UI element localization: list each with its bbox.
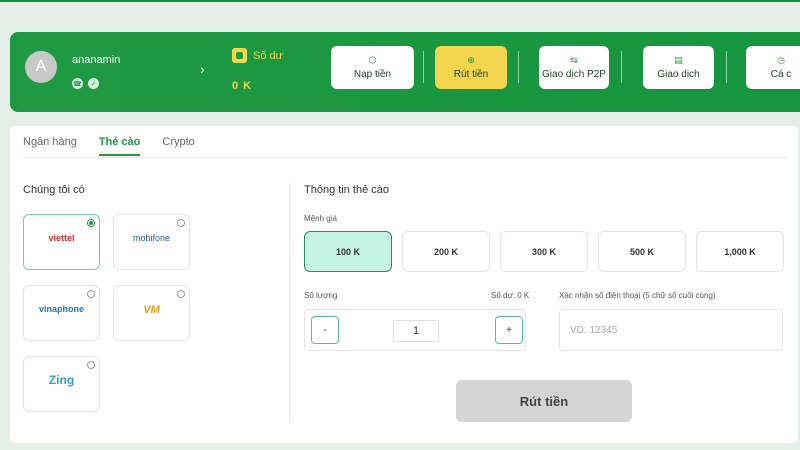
provider-viettel[interactable]: viettel [23,214,100,270]
denom-300k[interactable]: 300 K [500,231,588,272]
deposit-icon: ⬡ [368,54,377,65]
balance-label: Số dư [253,50,283,62]
radio[interactable] [177,219,185,227]
denom-100k[interactable]: 100 K [304,231,392,272]
card-info-title: Thông tin thẻ cào [304,184,390,196]
divider [726,51,727,83]
quantity-label: Số lượng [304,291,338,300]
quantity-balance: Số dư: 0 K [491,291,530,300]
chevron-right-icon[interactable]: › [200,61,205,77]
transaction-icon: ▤ [674,54,683,65]
avatar[interactable]: A [25,51,57,83]
withdraw-icon: ⊕ [467,54,475,65]
p2p-button[interactable]: ⇆ Giao dịch P2P [539,46,609,89]
method-tabs: Ngân hàng Thẻ cào Crypto [23,136,195,156]
withdraw-button[interactable]: ⊕ Rút tiền [435,46,507,89]
radio[interactable] [87,361,95,369]
divider [621,51,622,83]
provider-zing[interactable]: Zing [23,356,100,412]
transaction-label: Giao dịch [657,68,700,80]
divider [518,51,519,83]
decrement-button[interactable]: - [311,316,339,344]
top-accent-line [0,0,800,2]
withdraw-submit-button[interactable]: Rút tiền [456,380,632,422]
radio[interactable] [177,290,185,298]
tabs-divider [23,157,788,158]
section-divider [289,183,290,423]
denom-1000k[interactable]: 1,000 K [696,231,784,272]
phone-label: Xác nhận số điện thoại (5 chữ số cuối cù… [559,291,716,300]
username: ananamin [72,54,121,66]
p2p-icon: ⇆ [570,54,578,65]
vietnamobile-logo: VM [143,304,160,316]
user-status-icons: ☎ ✓ [72,78,99,89]
more-button[interactable]: ◷ Cá c [746,46,800,89]
more-label: Cá c [770,68,792,80]
divider [423,51,424,83]
denom-500k[interactable]: 500 K [598,231,686,272]
increment-button[interactable]: + [495,316,523,344]
vinaphone-logo: vinaphone [38,304,84,314]
tab-bank[interactable]: Ngân hàng [23,136,77,156]
radio-selected[interactable] [87,219,95,227]
transaction-button[interactable]: ▤ Giao dịch [643,46,714,89]
quantity-input[interactable]: 1 [393,320,439,342]
deposit-label: Nạp tiền [353,68,392,80]
balance-value: 0 K [232,80,253,92]
deposit-button[interactable]: ⬡ Nạp tiền [331,46,414,89]
providers-title: Chúng tôi có [23,184,85,196]
tab-crypto[interactable]: Crypto [162,136,194,156]
radio[interactable] [87,290,95,298]
mobifone-logo: mobifone [132,233,171,243]
tab-scratch-card[interactable]: Thẻ cào [98,136,141,156]
phone-confirm-input[interactable] [559,309,783,351]
withdraw-card: Ngân hàng Thẻ cào Crypto Chúng tôi có vi… [10,126,798,443]
quantity-stepper: - 1 + [304,309,526,351]
zing-logo: Zing [48,373,75,387]
account-header: A ananamin ☎ ✓ › Số dư 0 K ⬡ Nạp tiền ⊕ … [10,32,800,112]
withdraw-label: Rút tiền [453,68,489,80]
denom-200k[interactable]: 200 K [402,231,490,272]
provider-mobifone[interactable]: mobifone [113,214,190,270]
check-icon: ✓ [88,78,99,89]
provider-vietnamobile[interactable]: VM [113,285,190,341]
p2p-label: Giao dịch P2P [542,68,606,80]
denomination-label: Mệnh giá [304,214,337,223]
phone-icon: ☎ [72,78,83,89]
viettel-logo: viettel [48,233,75,243]
wallet-icon [232,48,247,63]
clock-icon: ◷ [777,54,785,65]
provider-vinaphone[interactable]: vinaphone [23,285,100,341]
